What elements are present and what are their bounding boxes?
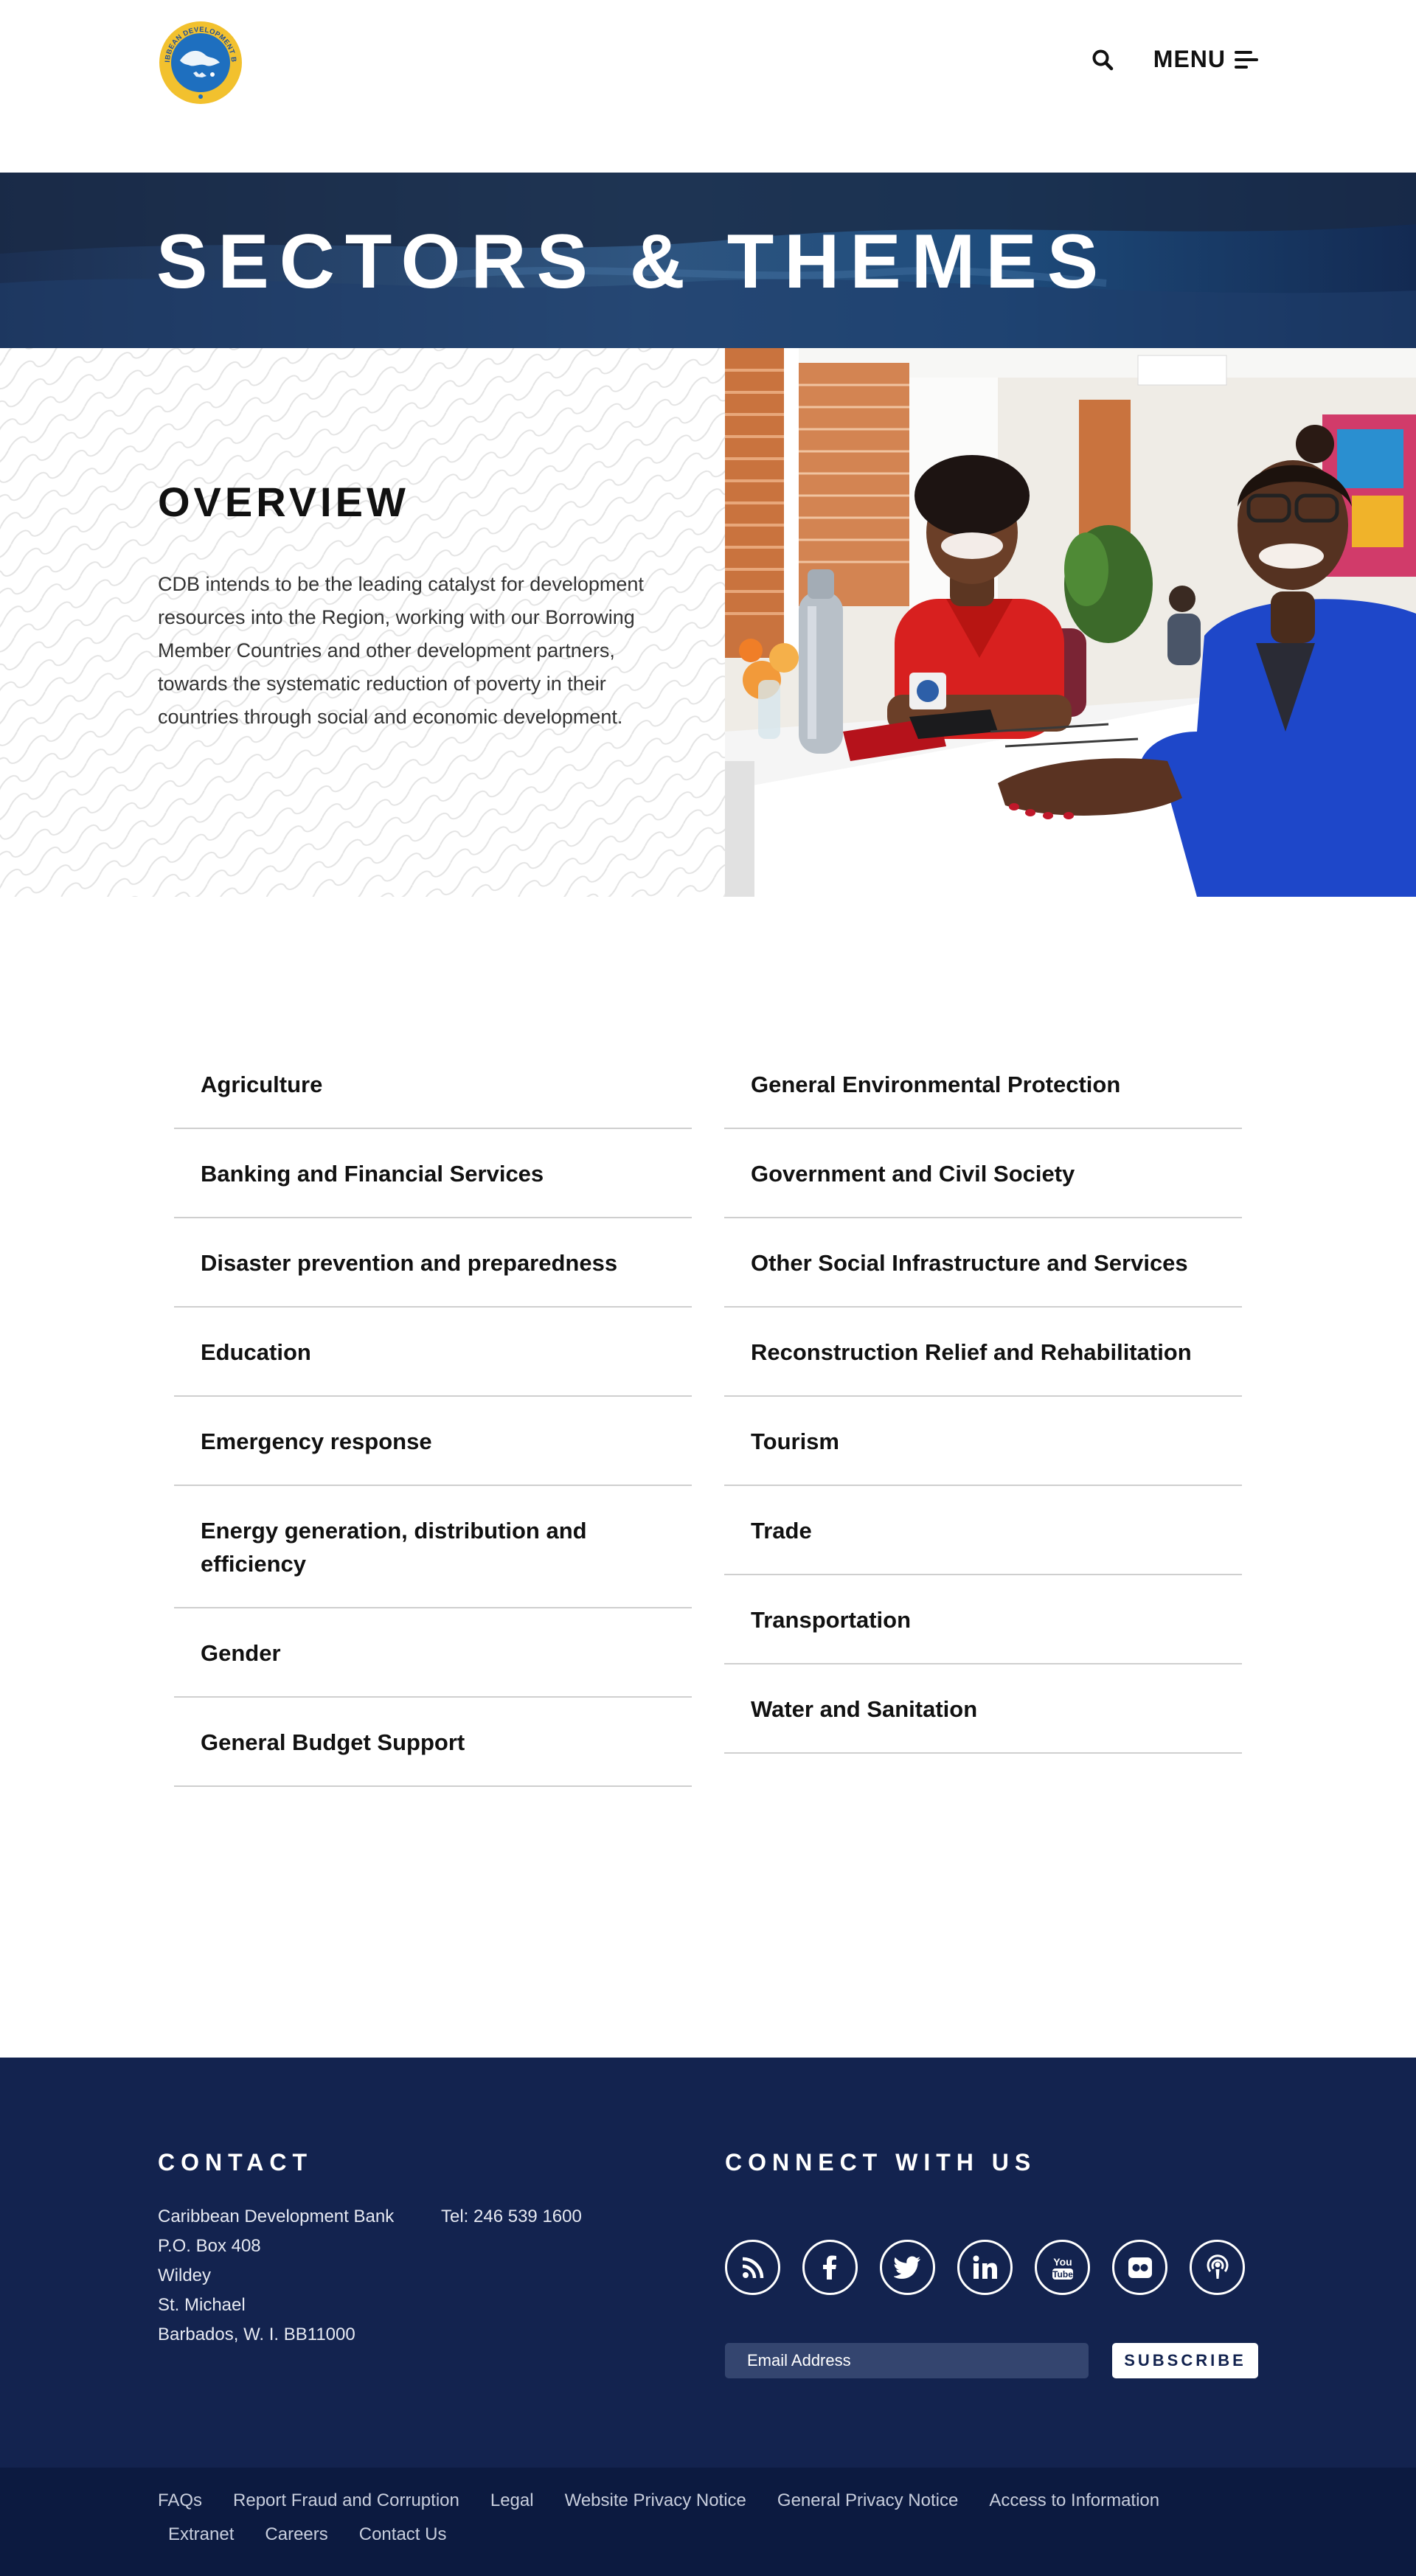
sector-link-tourism[interactable]: Tourism — [724, 1397, 1242, 1486]
contact-telephone: Tel: 246 539 1600 — [441, 2207, 582, 2226]
slider-dot-1[interactable] — [1055, 833, 1068, 847]
footer-link-access-information[interactable]: Access to Information — [989, 2484, 1159, 2518]
sector-link-energy[interactable]: Energy generation, distribution and effi… — [174, 1486, 692, 1608]
search-button[interactable] — [1090, 47, 1115, 72]
footer-link-legal[interactable]: Legal — [490, 2484, 534, 2518]
sector-link-general-budget-support[interactable]: General Budget Support — [174, 1698, 692, 1787]
page-title: SECTORS & THEMES — [156, 219, 1109, 305]
facebook-link[interactable] — [802, 2240, 858, 2295]
linkedin-link[interactable] — [957, 2240, 1013, 2295]
header-actions: MENU — [1090, 46, 1258, 73]
office-photo — [725, 348, 1416, 897]
footer-link-contact[interactable]: Contact Us — [359, 2518, 447, 2552]
slider-dots — [1055, 833, 1097, 847]
address-line: Barbados, W. I. BB11000 — [158, 2325, 355, 2344]
svg-text:You: You — [1053, 2256, 1072, 2268]
footer-link-extranet[interactable]: Extranet — [168, 2518, 234, 2552]
overview-section: OVERVIEW CDB intends to be the leading c… — [0, 348, 1416, 897]
sectors-column-left: Agriculture Banking and Financial Servic… — [174, 1040, 692, 1787]
twitter-icon — [893, 2256, 920, 2279]
sectors-column-right: General Environmental Protection Governm… — [724, 1040, 1242, 1754]
search-icon — [1092, 49, 1114, 70]
twitter-link[interactable] — [880, 2240, 935, 2295]
facebook-icon — [822, 2255, 836, 2280]
linkedin-icon — [973, 2255, 997, 2279]
address-line: Wildey — [158, 2266, 212, 2285]
site-footer: CONTACT Caribbean Development Bank P.O. … — [0, 2058, 1416, 2468]
footer-links: FAQs Report Fraud and Corruption Legal W… — [158, 2484, 1264, 2552]
flickr-link[interactable] — [1112, 2240, 1167, 2295]
sector-link-social-infrastructure[interactable]: Other Social Infrastructure and Services — [724, 1218, 1242, 1308]
site-header: CARIBBEAN DEVELOPMENT BANK MENU — [0, 0, 1416, 173]
subscribe-button[interactable]: SUBSCRIBE — [1112, 2343, 1258, 2378]
sector-link-gender[interactable]: Gender — [174, 1608, 692, 1698]
svg-text:Tube: Tube — [1052, 2269, 1073, 2280]
contact-heading: CONTACT — [158, 2149, 313, 2176]
email-address-input[interactable] — [725, 2343, 1089, 2378]
footer-link-faqs[interactable]: FAQs — [158, 2484, 202, 2518]
overview-text-panel: OVERVIEW CDB intends to be the leading c… — [0, 348, 725, 897]
cdb-logo[interactable]: CARIBBEAN DEVELOPMENT BANK — [155, 14, 243, 105]
flickr-icon — [1128, 2257, 1152, 2278]
cdb-logo-emblem: CARIBBEAN DEVELOPMENT BANK — [155, 14, 242, 104]
overview-heading: OVERVIEW — [158, 479, 409, 525]
youtube-link[interactable]: You Tube — [1035, 2240, 1090, 2295]
address-line: St. Michael — [158, 2295, 246, 2315]
footer-link-website-privacy[interactable]: Website Privacy Notice — [565, 2484, 746, 2518]
sector-link-disaster-prevention[interactable]: Disaster prevention and preparedness — [174, 1218, 692, 1308]
contact-address: Caribbean Development Bank P.O. Box 408 … — [158, 2202, 401, 2350]
rss-link[interactable] — [725, 2240, 780, 2295]
overview-paragraph: CDB intends to be the leading catalyst f… — [158, 573, 644, 728]
youtube-icon: You Tube — [1052, 2256, 1073, 2280]
sector-link-trade[interactable]: Trade — [724, 1486, 1242, 1575]
footer-bottom-bar: FAQs Report Fraud and Corruption Legal W… — [0, 2468, 1416, 2576]
hamburger-icon — [1235, 50, 1258, 69]
sector-link-water-sanitation[interactable]: Water and Sanitation — [724, 1664, 1242, 1754]
menu-button[interactable]: MENU — [1153, 46, 1258, 73]
sector-link-government[interactable]: Government and Civil Society — [724, 1129, 1242, 1218]
sector-link-agriculture[interactable]: Agriculture — [174, 1040, 692, 1129]
overview-image-slider — [725, 348, 1416, 897]
sector-link-banking[interactable]: Banking and Financial Services — [174, 1129, 692, 1218]
podcast-link[interactable] — [1190, 2240, 1245, 2295]
rss-icon — [742, 2257, 763, 2278]
sector-link-education[interactable]: Education — [174, 1308, 692, 1397]
sector-link-emergency-response[interactable]: Emergency response — [174, 1397, 692, 1486]
footer-link-report-fraud[interactable]: Report Fraud and Corruption — [233, 2484, 459, 2518]
sector-link-reconstruction[interactable]: Reconstruction Relief and Rehabilitation — [724, 1308, 1242, 1397]
sector-link-environmental-protection[interactable]: General Environmental Protection — [724, 1040, 1242, 1129]
address-line: P.O. Box 408 — [158, 2236, 261, 2256]
footer-link-general-privacy[interactable]: General Privacy Notice — [777, 2484, 958, 2518]
menu-label: MENU — [1153, 46, 1226, 72]
footer-link-careers[interactable]: Careers — [265, 2518, 327, 2552]
slider-dot-2[interactable] — [1084, 833, 1097, 847]
podcast-icon — [1207, 2254, 1228, 2279]
address-line: Caribbean Development Bank — [158, 2207, 395, 2226]
sector-link-transportation[interactable]: Transportation — [724, 1575, 1242, 1664]
social-links: You Tube — [725, 2240, 1245, 2295]
connect-heading: CONNECT WITH US — [725, 2149, 1037, 2176]
hero-banner: SECTORS & THEMES — [0, 173, 1416, 348]
